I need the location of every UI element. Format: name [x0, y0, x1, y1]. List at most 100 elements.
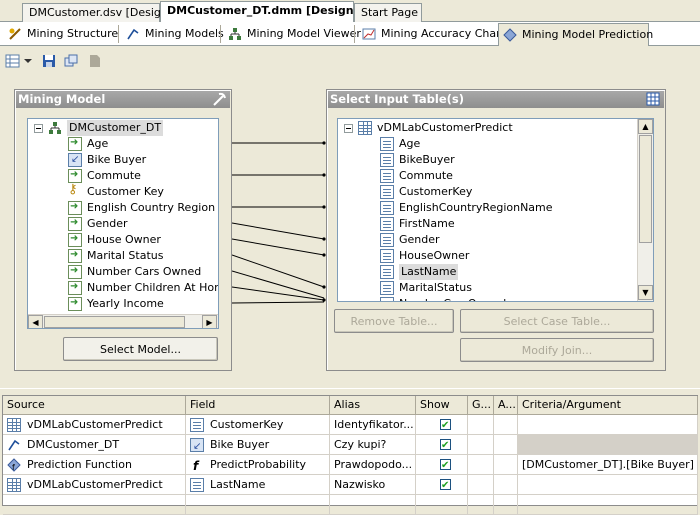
grid-cell-criteria[interactable]: [518, 435, 698, 455]
collapse-icon[interactable]: [34, 123, 43, 133]
copy-results-icon[interactable]: [62, 52, 80, 70]
grid-cell-field[interactable]: CustomerKey: [186, 415, 330, 435]
show-checkbox[interactable]: [440, 456, 451, 474]
model-column-item[interactable]: Gender: [68, 215, 128, 232]
select-case-table-button[interactable]: Select Case Table...: [460, 309, 654, 333]
grid-cell-empty[interactable]: [3, 495, 186, 515]
grid-cell-group[interactable]: [468, 475, 494, 495]
show-checkbox[interactable]: [440, 476, 451, 494]
table-column-item[interactable]: MaritalStatus: [380, 280, 472, 296]
model-column-item[interactable]: Number Cars Owned: [68, 263, 201, 280]
col-header-criteria[interactable]: Criteria/Argument: [518, 396, 698, 415]
table-column-item[interactable]: EnglishCountryRegionName: [380, 200, 553, 216]
tab-mining-model-prediction[interactable]: Mining Model Prediction: [498, 23, 653, 46]
switch-view-icon[interactable]: [4, 52, 22, 70]
col-header-alias[interactable]: Alias: [330, 396, 416, 415]
table-column-item[interactable]: HouseOwner: [380, 248, 469, 264]
grid-cell-empty[interactable]: [330, 495, 416, 515]
grid-cell-empty[interactable]: [416, 495, 468, 515]
scroll-left-icon[interactable]: ◀: [28, 315, 43, 328]
grid-cell-and[interactable]: [494, 475, 518, 495]
vertical-scrollbar[interactable]: ▲ ▼: [637, 119, 653, 301]
grid-cell-group[interactable]: [468, 415, 494, 435]
input-table-tree[interactable]: vDMLabCustomerPredict Age BikeBuyer Commut…: [337, 118, 654, 302]
doc-tab-dsv[interactable]: DMCustomer.dsv [Design]: [22, 3, 172, 22]
col-header-field[interactable]: Field: [186, 396, 330, 415]
grid-cell-show[interactable]: [416, 475, 468, 495]
tab-mining-accuracy-chart[interactable]: Mining Accuracy Chart: [358, 23, 511, 45]
col-header-group[interactable]: G...: [468, 396, 494, 415]
grid-cell-source[interactable]: vDMLabCustomerPredict: [3, 415, 186, 435]
model-column-item[interactable]: Marital Status: [68, 247, 163, 264]
scroll-up-icon[interactable]: ▲: [638, 119, 653, 134]
grid-cell-criteria[interactable]: [DMCustomer_DT].[Bike Buyer]: [518, 455, 698, 475]
col-header-source[interactable]: Source: [3, 396, 186, 415]
model-column-item[interactable]: Age: [68, 135, 108, 152]
tree-root[interactable]: DMCustomer_DT: [34, 120, 164, 136]
remove-table-button[interactable]: Remove Table...: [334, 309, 454, 333]
grid-cell-alias[interactable]: Czy kupi?: [330, 435, 416, 455]
grid-cell-empty[interactable]: [518, 495, 698, 515]
col-header-show[interactable]: Show: [416, 396, 468, 415]
grid-cell-criteria[interactable]: [518, 475, 698, 495]
modify-join-button[interactable]: Modify Join...: [460, 338, 654, 362]
scroll-thumb[interactable]: [44, 316, 185, 328]
splitter[interactable]: [0, 388, 700, 392]
show-checkbox[interactable]: [440, 416, 451, 434]
grid-cell-and[interactable]: [494, 455, 518, 475]
model-column-item[interactable]: Bike Buyer: [68, 152, 146, 168]
table-column-item[interactable]: FirstName: [380, 216, 455, 232]
col-header-and[interactable]: A...: [494, 396, 518, 415]
table-column-item[interactable]: Age: [380, 136, 420, 152]
tab-mining-structure[interactable]: Mining Structure: [4, 23, 124, 45]
grid-cell-field[interactable]: LastName: [186, 475, 330, 495]
grid-cell-group[interactable]: [468, 435, 494, 455]
model-column-item[interactable]: Number Children At Home: [68, 279, 218, 296]
select-model-button[interactable]: Select Model...: [63, 337, 218, 361]
grid-cell-source[interactable]: vDMLabCustomerPredict: [3, 475, 186, 495]
grid-cell-group[interactable]: [468, 455, 494, 475]
model-column-item[interactable]: Customer Key: [68, 182, 164, 200]
table-column-item[interactable]: Gender: [380, 232, 440, 248]
table-column-item[interactable]: Commute: [380, 168, 453, 184]
show-checkbox[interactable]: [440, 436, 451, 454]
table-column-item[interactable]: CustomerKey: [380, 184, 472, 200]
grid-cell-empty[interactable]: [468, 495, 494, 515]
scroll-thumb[interactable]: [639, 135, 652, 243]
scroll-right-icon[interactable]: ▶: [202, 315, 217, 328]
grid-cell-alias[interactable]: Nazwisko: [330, 475, 416, 495]
grid-cell-empty[interactable]: [186, 495, 330, 515]
model-column-item[interactable]: Yearly Income: [68, 295, 164, 312]
grid-cell-source[interactable]: DMCustomer_DT: [3, 435, 186, 455]
model-column-item[interactable]: English Country Region Na: [68, 199, 218, 216]
chevron-down-icon[interactable]: [22, 52, 34, 70]
table-column-item[interactable]: NumberCarsOwned: [380, 296, 506, 301]
table-root[interactable]: vDMLabCustomerPredict: [344, 120, 513, 136]
table-column-item[interactable]: BikeBuyer: [380, 152, 455, 168]
horizontal-scrollbar[interactable]: ◀ ▶: [28, 314, 218, 328]
doc-tab-dmm[interactable]: DMCustomer_DT.dmm [Design]: [160, 1, 359, 23]
grid-cell-alias[interactable]: Identyfikator...: [330, 415, 416, 435]
model-column-item[interactable]: Commute: [68, 167, 141, 184]
mining-model-tree[interactable]: DMCustomer_DT Age Bike Buyer Commute Custom…: [27, 118, 219, 329]
grid-cell-empty[interactable]: [494, 495, 518, 515]
doc-tab-start-page[interactable]: Start Page: [354, 3, 422, 22]
grid-cell-criteria[interactable]: [518, 415, 698, 435]
tab-mining-model-viewer[interactable]: Mining Model Viewer: [224, 23, 367, 45]
grid-cell-field[interactable]: Bike Buyer: [186, 435, 330, 455]
grid-cell-source[interactable]: f Prediction Function: [3, 455, 186, 475]
grid-cell-and[interactable]: [494, 435, 518, 455]
grid-cell-field[interactable]: f PredictProbability: [186, 455, 330, 475]
save-icon[interactable]: [40, 52, 58, 70]
model-column-item[interactable]: House Owner: [68, 231, 161, 248]
grid-cell-show[interactable]: [416, 455, 468, 475]
scroll-down-icon[interactable]: ▼: [638, 285, 653, 300]
prediction-grid[interactable]: Source Field Alias Show G... A... Criter…: [2, 395, 698, 515]
collapse-icon[interactable]: [344, 123, 353, 133]
grid-cell-show[interactable]: [416, 415, 468, 435]
tab-mining-models[interactable]: Mining Models: [122, 23, 230, 45]
table-column-item[interactable]: LastName: [380, 264, 459, 280]
grid-cell-alias[interactable]: Prawdopodo...: [330, 455, 416, 475]
grid-cell-show[interactable]: [416, 435, 468, 455]
grid-cell-and[interactable]: [494, 415, 518, 435]
